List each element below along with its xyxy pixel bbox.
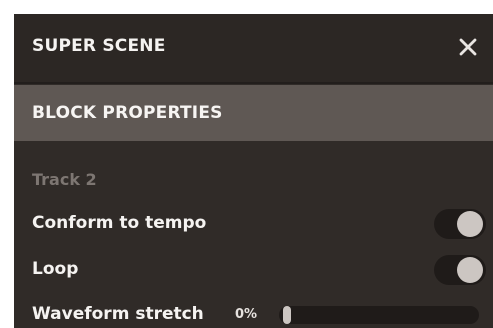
super-scene-panel: SUPER SCENE BLOCK PROPERTIES Track 2 Con… xyxy=(14,14,493,328)
panel-title: SUPER SCENE xyxy=(32,36,166,56)
loop-label: Loop xyxy=(32,259,79,279)
conform-to-tempo-toggle[interactable] xyxy=(434,209,486,239)
conform-to-tempo-label: Conform to tempo xyxy=(32,213,207,233)
slider-thumb[interactable] xyxy=(283,306,291,324)
section-title: BLOCK PROPERTIES xyxy=(32,103,223,123)
waveform-stretch-value: 0% xyxy=(235,307,258,322)
close-icon xyxy=(459,38,477,56)
waveform-stretch-slider[interactable] xyxy=(279,306,479,324)
track-label: Track 2 xyxy=(32,170,97,189)
waveform-stretch-label: Waveform stretch xyxy=(32,304,204,324)
toggle-knob xyxy=(457,211,483,237)
block-properties-section[interactable]: BLOCK PROPERTIES xyxy=(14,85,493,141)
loop-toggle[interactable] xyxy=(434,255,486,285)
panel-header: SUPER SCENE xyxy=(14,14,493,84)
toggle-knob xyxy=(457,257,483,283)
close-button[interactable] xyxy=(455,34,481,60)
